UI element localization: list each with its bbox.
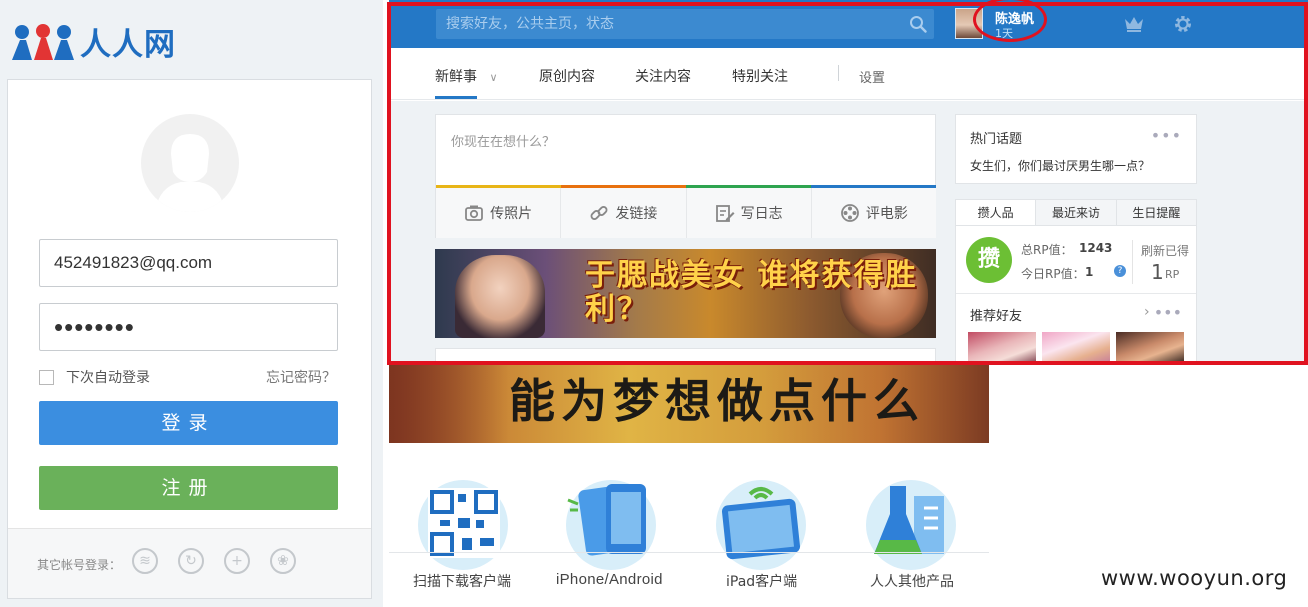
remember-label: 下次自动登录 xyxy=(66,370,150,386)
forgot-password-link[interactable]: 忘记密码？ xyxy=(266,367,336,387)
plus-icon[interactable]: + xyxy=(224,548,250,574)
phones-icon[interactable] xyxy=(566,480,656,570)
banner-shade xyxy=(389,365,509,443)
renren-logo-mark-icon xyxy=(10,22,76,60)
other-login-bar: 其它帐号登录： ≋ ↻ + ❀ xyxy=(8,528,371,598)
apps-divider xyxy=(389,552,989,553)
app-label-ipad[interactable]: iPad客户端 xyxy=(726,571,797,591)
register-button[interactable]: 注册 xyxy=(39,466,338,510)
watermark-text: www.wooyun.org xyxy=(1101,566,1288,590)
dream-banner-ad[interactable]: 能为梦想做点什么 xyxy=(389,365,989,443)
renren-logo[interactable]: 人人网 xyxy=(10,20,176,63)
default-avatar xyxy=(141,114,239,212)
app-label-iphone-android[interactable]: iPhone/Android xyxy=(556,571,663,588)
logo-text: 人人网 xyxy=(80,26,176,63)
login-column: 人人网 452491823@qq.com •••••••• 下次自动登录 忘记密… xyxy=(0,0,383,607)
baidu-paw-icon[interactable]: ❀ xyxy=(270,548,296,574)
login-box: 452491823@qq.com •••••••• 下次自动登录 忘记密码？ 登… xyxy=(7,79,372,599)
app-label-qr[interactable]: 扫描下载客户端 xyxy=(413,571,511,591)
weibo-icon[interactable]: ≋ xyxy=(132,548,158,574)
tianyi-icon[interactable]: ↻ xyxy=(178,548,204,574)
login-button[interactable]: 登录 xyxy=(39,401,338,445)
flask-icon[interactable] xyxy=(866,480,956,570)
dream-banner-text: 能为梦想做点什么 xyxy=(509,374,925,428)
highlight-frame xyxy=(387,2,1308,365)
remember-me[interactable]: 下次自动登录 xyxy=(39,367,150,387)
password-field[interactable]: •••••••• xyxy=(39,303,338,351)
qr-code-icon[interactable] xyxy=(418,480,508,570)
remember-checkbox[interactable] xyxy=(39,369,54,385)
email-field[interactable]: 452491823@qq.com xyxy=(39,239,338,287)
app-label-other-products[interactable]: 人人其他产品 xyxy=(870,571,954,591)
tablet-icon[interactable] xyxy=(716,480,806,570)
other-login-label: 其它帐号登录： xyxy=(37,558,122,572)
